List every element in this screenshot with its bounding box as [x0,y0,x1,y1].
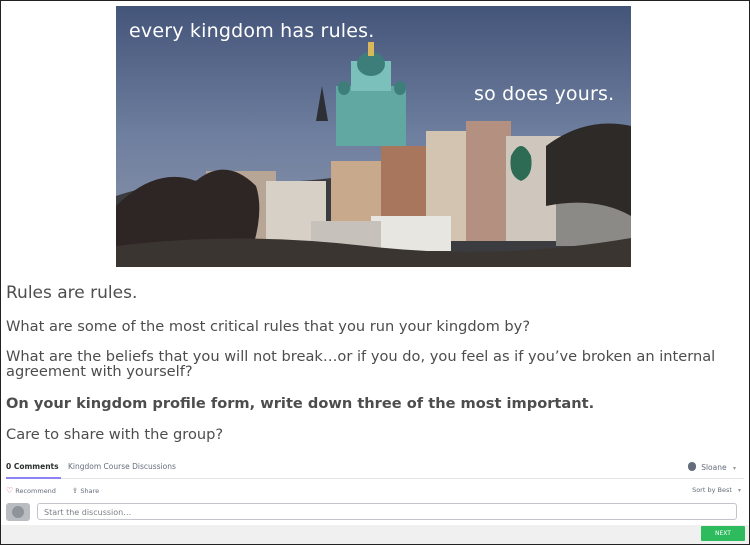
bottom-bar: NEXT [1,525,749,544]
comments-widget: 0 Comments Kingdom Course Discussions Sl… [1,456,749,544]
chevron-down-icon: ▾ [732,465,736,472]
paragraph-question-1: What are some of the most critical rules… [6,318,531,335]
sort-dropdown[interactable]: Sort by Best ▾ [692,486,741,494]
next-button[interactable]: NEXT [701,526,745,541]
sort-label: Sort by Best [692,486,732,494]
user-name: Sloane [701,463,727,472]
share-label: Share [80,487,100,495]
paragraph-instruction: On your kingdom profile form, write down… [6,395,595,412]
user-menu[interactable]: Sloane ▾ [687,462,736,472]
paragraph-share-prompt: Care to share with the group? [6,426,224,443]
comment-composer: Start the discussion… [6,503,744,525]
comments-tabs: 0 Comments Kingdom Course Discussions Sl… [6,456,744,479]
comments-actions: ♡ Recommend ⇪ Share Sort by Best ▾ [6,484,744,498]
comment-input[interactable]: Start the discussion… [37,503,737,520]
recommend-button[interactable]: ♡ Recommend [6,486,56,495]
share-button[interactable]: ⇪ Share [72,486,99,495]
hero-image: every kingdom has rules. so does yours. [116,6,631,267]
chevron-down-icon: ▾ [737,487,741,494]
recommend-label: Recommend [15,487,56,495]
section-heading: Rules are rules. [6,283,138,303]
hero-illustration [116,6,631,267]
paragraph-question-2: What are the beliefs that you will not b… [6,348,716,380]
tab-comments[interactable]: 0 Comments [6,462,61,479]
hero-caption-1: every kingdom has rules. [129,20,375,42]
heart-icon: ♡ [6,486,14,495]
avatar [6,503,30,521]
page-frame: every kingdom has rules. so does yours. … [0,0,750,545]
share-icon: ⇪ [72,486,79,495]
user-avatar-icon [687,462,696,471]
tab-community[interactable]: Kingdom Course Discussions [68,462,176,471]
hero-caption-2: so does yours. [474,83,615,105]
